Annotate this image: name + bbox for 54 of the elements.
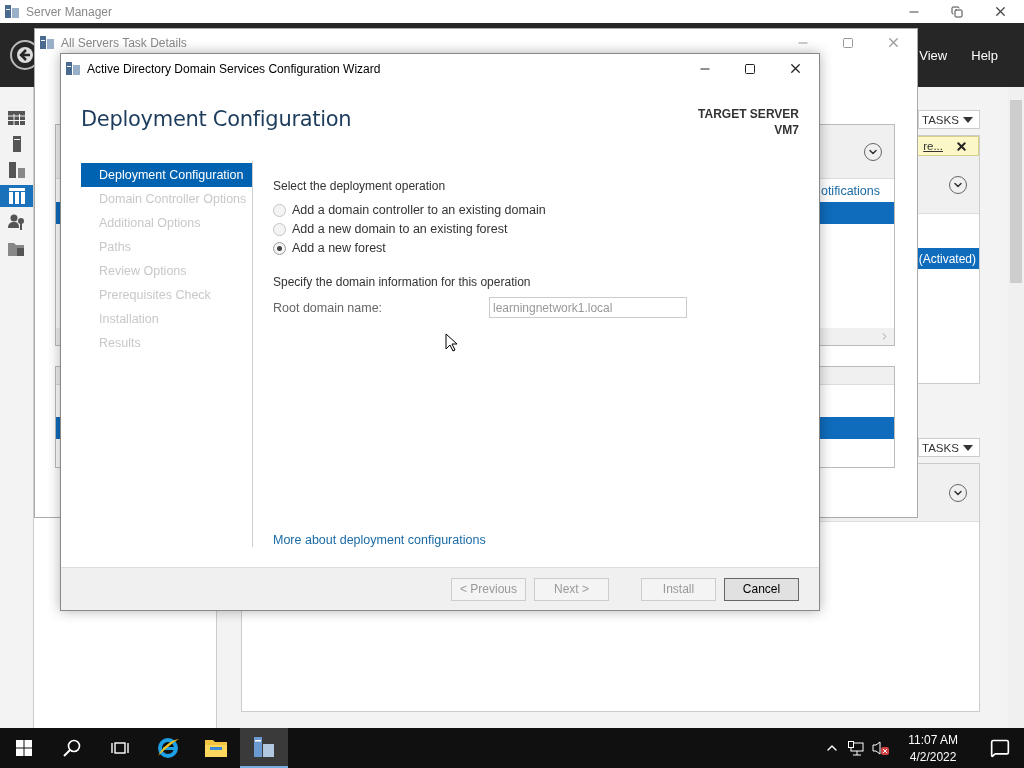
tasks-button[interactable]: TASKS	[918, 438, 980, 457]
close-button[interactable]	[788, 61, 803, 76]
caret-icon	[963, 116, 973, 123]
restore-button[interactable]	[951, 5, 963, 18]
radio-button[interactable]	[273, 241, 286, 255]
app-icon	[65, 61, 81, 76]
notifications-link[interactable]: otifications	[820, 179, 894, 198]
back-arrow-icon	[17, 47, 33, 63]
radio-button[interactable]	[273, 203, 286, 217]
window-title: All Servers Task Details	[61, 35, 188, 50]
help-link[interactable]: More about deployment configurations	[273, 533, 799, 547]
app-icon	[39, 35, 55, 50]
nav-item[interactable]	[0, 185, 33, 207]
wizard-step[interactable]: Deployment Configuration	[81, 163, 252, 187]
close-icon[interactable]	[955, 139, 968, 153]
close-button[interactable]	[993, 4, 1008, 19]
radio-label[interactable]: Add a domain controller to an existing domain	[292, 203, 546, 217]
network-icon[interactable]	[848, 740, 865, 756]
menu-item[interactable]: Help	[971, 47, 998, 63]
radio-button[interactable]	[273, 222, 286, 236]
section-label: Select the deployment operation	[273, 179, 447, 193]
field-label: Root domain name:	[273, 300, 384, 315]
volume-muted-icon[interactable]	[872, 740, 891, 756]
notice-link[interactable]: re...	[923, 140, 943, 152]
task-view-icon	[111, 740, 129, 756]
tasks-button[interactable]: TASKS	[918, 110, 980, 129]
mouse-pointer-icon	[445, 333, 457, 352]
page-heading: Deployment Configuration	[81, 107, 352, 133]
wizard-button[interactable]: Cancel	[724, 577, 799, 601]
grid-icon	[8, 111, 25, 125]
server-manager-icon	[252, 735, 276, 759]
servers-icon	[8, 162, 25, 178]
target-label: TARGET SERVER	[698, 107, 799, 121]
user-key-icon	[8, 214, 25, 230]
app-icon	[4, 4, 20, 19]
folder-icon	[204, 738, 228, 758]
window-title: Active Directory Domain Services Configuration Wizard	[87, 61, 382, 76]
caret-icon	[963, 444, 973, 451]
clock[interactable]: 11:07 AM 4/2/2022	[898, 732, 968, 764]
radio-label[interactable]: Add a new forest	[292, 241, 386, 255]
window-title: Server Manager	[26, 4, 114, 19]
search-icon	[63, 739, 81, 757]
message-icon	[990, 738, 1010, 758]
server-icon	[12, 136, 21, 152]
menu-item[interactable]: View	[919, 47, 948, 63]
folder-icon	[8, 240, 25, 256]
directory-icon	[8, 188, 25, 204]
target-server-name: VM7	[774, 123, 799, 137]
maximize-button[interactable]	[744, 62, 756, 75]
section-label: Specify the domain information for this operation	[273, 275, 532, 289]
browser-icon	[156, 736, 180, 760]
radio-label[interactable]: Add a new domain to an existing forest	[292, 222, 508, 236]
windows-logo-icon	[16, 740, 32, 756]
taskbar-app[interactable]	[240, 728, 288, 768]
